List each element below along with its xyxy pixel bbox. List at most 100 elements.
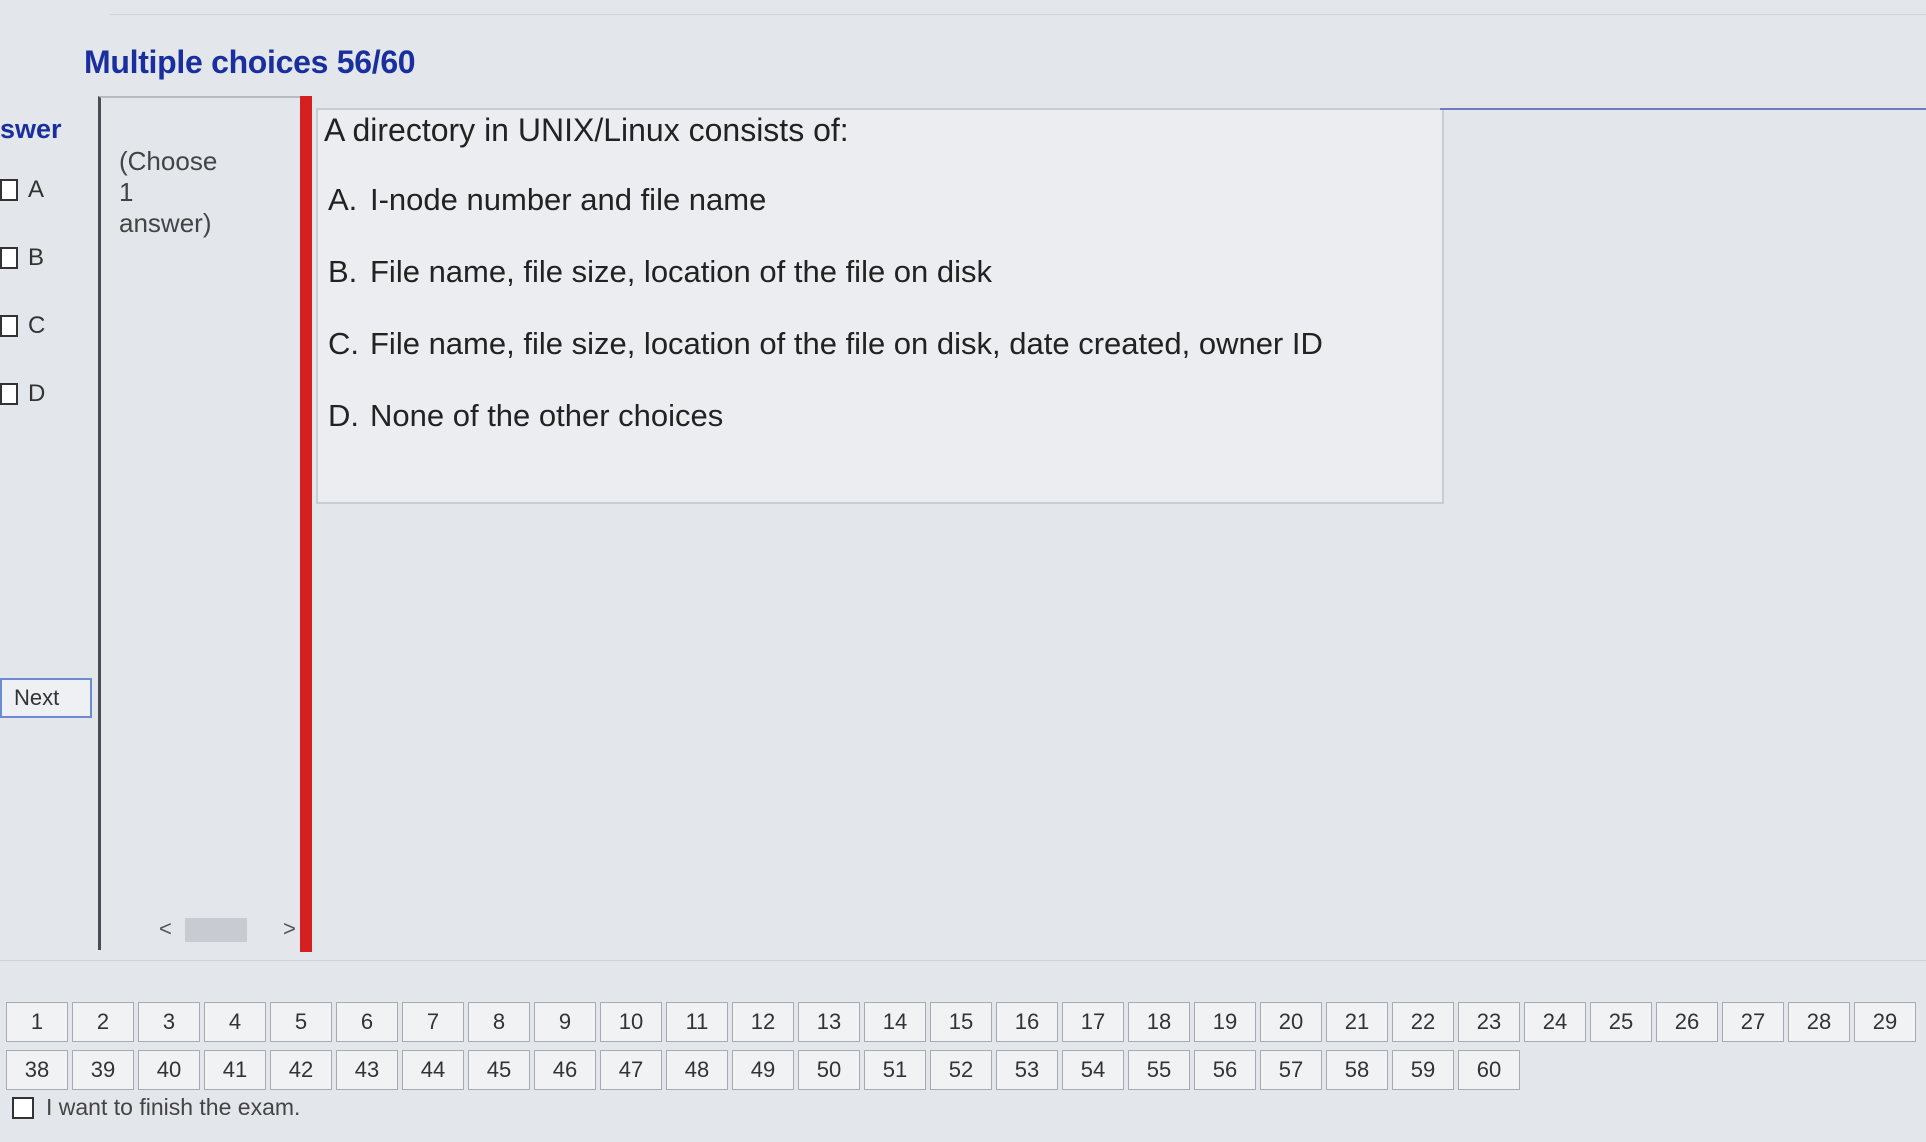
instruction-panel: (Choose 1 answer) < > bbox=[98, 96, 301, 950]
nav-separator bbox=[0, 960, 1926, 961]
horizontal-scrollbar[interactable]: < > bbox=[147, 914, 301, 946]
question-nav-button[interactable]: 15 bbox=[930, 1002, 992, 1042]
scroll-thumb[interactable] bbox=[185, 918, 247, 942]
top-divider bbox=[110, 0, 1926, 15]
answer-checkbox-d[interactable] bbox=[0, 383, 18, 405]
question-nav-button[interactable]: 47 bbox=[600, 1050, 662, 1090]
choice-b: B. File name, file size, location of the … bbox=[328, 254, 992, 290]
answer-checkbox-c[interactable] bbox=[0, 315, 18, 337]
answer-panel: swer A B C D Next bbox=[0, 110, 96, 950]
choose-line-1: (Choose bbox=[119, 146, 218, 176]
question-nav-button[interactable]: 28 bbox=[1788, 1002, 1850, 1042]
question-nav-button[interactable]: 4 bbox=[204, 1002, 266, 1042]
question-nav-button[interactable]: 8 bbox=[468, 1002, 530, 1042]
question-nav-button[interactable]: 25 bbox=[1590, 1002, 1652, 1042]
answer-checkbox-b[interactable] bbox=[0, 247, 18, 269]
question-nav-row-2: 38 39 40 41 42 43 44 45 46 47 48 49 50 51 52 53 54 55 56 57… bbox=[6, 1050, 1520, 1090]
question-nav-button[interactable]: 53 bbox=[996, 1050, 1058, 1090]
question-nav-button[interactable]: 5 bbox=[270, 1002, 332, 1042]
question-text: A directory in UNIX/Linux consists of: bbox=[324, 112, 849, 148]
answer-heading: swer bbox=[0, 114, 62, 144]
finish-exam-option[interactable]: I want to finish the exam. bbox=[12, 1094, 300, 1121]
choice-d: D. None of the other choices bbox=[328, 398, 723, 434]
answer-option-d[interactable]: D bbox=[0, 380, 45, 408]
question-nav-button[interactable]: 51 bbox=[864, 1050, 926, 1090]
choice-a: A. I-node number and file name bbox=[328, 182, 766, 218]
question-nav-button[interactable]: 50 bbox=[798, 1050, 860, 1090]
question-nav-button[interactable]: 59 bbox=[1392, 1050, 1454, 1090]
answer-option-a[interactable]: A bbox=[0, 176, 44, 204]
question-nav-button[interactable]: 57 bbox=[1260, 1050, 1322, 1090]
choice-a-letter: A. bbox=[328, 182, 358, 217]
question-nav-button[interactable]: 1 bbox=[6, 1002, 68, 1042]
page-title: Multiple choices 56/60 bbox=[84, 44, 416, 80]
answer-option-b[interactable]: B bbox=[0, 244, 44, 272]
question-nav-button[interactable]: 10 bbox=[600, 1002, 662, 1042]
answer-checkbox-a[interactable] bbox=[0, 179, 18, 201]
question-nav-button[interactable]: 11 bbox=[666, 1002, 728, 1042]
question-nav-button[interactable]: 21 bbox=[1326, 1002, 1388, 1042]
finish-exam-checkbox[interactable] bbox=[12, 1096, 34, 1119]
question-nav-button[interactable]: 38 bbox=[6, 1050, 68, 1090]
question-nav-button[interactable]: 42 bbox=[270, 1050, 332, 1090]
question-nav-button[interactable]: 19 bbox=[1194, 1002, 1256, 1042]
choice-a-text: I-node number and file name bbox=[370, 182, 767, 217]
question-nav-button[interactable]: 18 bbox=[1128, 1002, 1190, 1042]
choice-b-letter: B. bbox=[328, 254, 358, 289]
question-nav-button[interactable]: 17 bbox=[1062, 1002, 1124, 1042]
question-nav-button[interactable]: 48 bbox=[666, 1050, 728, 1090]
question-nav-button[interactable]: 55 bbox=[1128, 1050, 1190, 1090]
question-nav-button[interactable]: 3 bbox=[138, 1002, 200, 1042]
question-nav-button[interactable]: 14 bbox=[864, 1002, 926, 1042]
choice-c-letter: C. bbox=[328, 326, 359, 361]
question-nav-button[interactable]: 27 bbox=[1722, 1002, 1784, 1042]
question-nav-button[interactable]: 58 bbox=[1326, 1050, 1388, 1090]
question-nav-button[interactable]: 39 bbox=[72, 1050, 134, 1090]
right-panel-border bbox=[1440, 108, 1926, 110]
choose-line-2: 1 bbox=[119, 177, 134, 207]
question-nav-button[interactable]: 2 bbox=[72, 1002, 134, 1042]
question-nav-button[interactable]: 24 bbox=[1524, 1002, 1586, 1042]
red-divider bbox=[300, 96, 312, 952]
next-button[interactable]: Next bbox=[0, 678, 92, 718]
question-nav-row-1: 1 2 3 4 5 6 7 8 9 10 11 12 13 14 15 16 17 18 19 20 21 22 23 24 2… bbox=[6, 1002, 1916, 1042]
finish-exam-label: I want to finish the exam. bbox=[46, 1094, 301, 1120]
answer-label-a: A bbox=[28, 176, 45, 203]
answer-label-b: B bbox=[28, 244, 45, 271]
answer-option-c[interactable]: C bbox=[0, 312, 45, 340]
question-nav-button[interactable]: 60 bbox=[1458, 1050, 1520, 1090]
question-nav-button[interactable]: 44 bbox=[402, 1050, 464, 1090]
question-nav-button[interactable]: 54 bbox=[1062, 1050, 1124, 1090]
question-nav-button[interactable]: 23 bbox=[1458, 1002, 1520, 1042]
answer-label-d: D bbox=[28, 380, 46, 407]
choose-instruction: (Choose 1 answer) bbox=[119, 146, 217, 239]
question-nav-button[interactable]: 26 bbox=[1656, 1002, 1718, 1042]
question-nav-button[interactable]: 16 bbox=[996, 1002, 1058, 1042]
question-nav-button[interactable]: 40 bbox=[138, 1050, 200, 1090]
question-nav-button[interactable]: 7 bbox=[402, 1002, 464, 1042]
question-nav-button[interactable]: 13 bbox=[798, 1002, 860, 1042]
choice-c: C. File name, file size, location of the … bbox=[328, 326, 1323, 362]
question-nav-button[interactable]: 29 bbox=[1854, 1002, 1916, 1042]
question-nav-button[interactable]: 56 bbox=[1194, 1050, 1256, 1090]
answer-label-c: C bbox=[28, 312, 46, 339]
question-nav-button[interactable]: 6 bbox=[336, 1002, 398, 1042]
question-nav-button[interactable]: 22 bbox=[1392, 1002, 1454, 1042]
question-nav-button[interactable]: 46 bbox=[534, 1050, 596, 1090]
question-nav-button[interactable]: 9 bbox=[534, 1002, 596, 1042]
question-nav-button[interactable]: 41 bbox=[204, 1050, 266, 1090]
choice-d-letter: D. bbox=[328, 398, 359, 433]
choose-line-3: answer) bbox=[119, 208, 212, 238]
choice-d-text: None of the other choices bbox=[370, 398, 724, 433]
question-nav-button[interactable]: 43 bbox=[336, 1050, 398, 1090]
question-nav-button[interactable]: 52 bbox=[930, 1050, 992, 1090]
scroll-left-icon[interactable]: < bbox=[159, 916, 172, 942]
question-box: A directory in UNIX/Linux consists of: A… bbox=[316, 108, 1444, 504]
choice-c-text: File name, file size, location of the fi… bbox=[370, 326, 1323, 361]
question-nav-button[interactable]: 20 bbox=[1260, 1002, 1322, 1042]
choice-b-text: File name, file size, location of the fi… bbox=[370, 254, 993, 289]
question-nav-button[interactable]: 45 bbox=[468, 1050, 530, 1090]
question-nav-button[interactable]: 12 bbox=[732, 1002, 794, 1042]
scroll-right-icon[interactable]: > bbox=[283, 916, 296, 942]
question-nav-button[interactable]: 49 bbox=[732, 1050, 794, 1090]
